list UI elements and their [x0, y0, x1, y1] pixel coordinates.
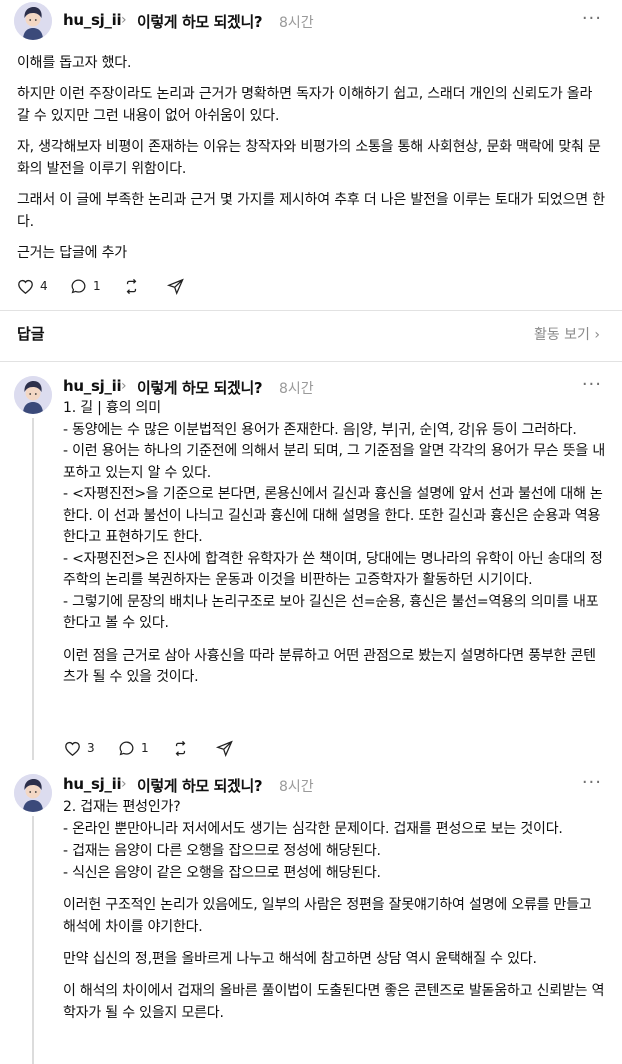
post-actions: 4 1	[16, 274, 216, 298]
send-icon	[166, 278, 184, 295]
repost-icon	[126, 278, 137, 294]
replies-heading: 답글	[17, 325, 45, 343]
post-body: 이해를 돕고자 했다. 하지만 이런 주장이라도 논리과 근거가 명확하면 독자…	[17, 52, 607, 264]
username[interactable]: hu_sj_ii	[63, 377, 122, 395]
heart-icon	[18, 279, 33, 294]
reply-paragraph: 만약 십신의 정,편을 올바르게 나누고 해석에 참고하면 상담 역시 윤택해질…	[63, 951, 537, 967]
thread-title[interactable]: 이렇게 하모 되겠니?	[137, 11, 263, 32]
view-activity-label: 활동 보기	[533, 327, 590, 343]
post-paragraph: 이해를 돕고자 했다.	[17, 55, 132, 71]
avatar-illustration	[14, 2, 52, 40]
thread-title[interactable]: 이렇게 하모 되겠니?	[137, 377, 263, 398]
heart-icon	[65, 741, 80, 756]
more-options-icon[interactable]: ···	[582, 374, 602, 395]
post-time: 8시간	[279, 15, 314, 31]
avatar[interactable]	[14, 2, 52, 40]
reply-time: 8시간	[279, 779, 314, 795]
reply-paragraph: 이런 점을 근거로 삼아 사흉신을 따라 분류하고 어떤 관점으로 봤는지 설명…	[63, 647, 596, 686]
reply-paragraph: 2. 겁재는 편성인가? - 온라인 뿐만아니라 저서에서도 생기는 심각한 문…	[63, 799, 563, 881]
view-activity-link[interactable]: 활동 보기 ›	[534, 324, 600, 344]
reply-paragraph: 이러헌 구조적인 논리가 있음에도, 일부의 사람은 정편을 잘못얘기하여 설명…	[63, 897, 592, 935]
comment-count: 1	[141, 741, 149, 755]
divider	[0, 310, 622, 311]
reply-actions: 3 1	[63, 736, 263, 760]
like-count: 3	[87, 741, 95, 755]
thread-connector-line	[32, 418, 34, 760]
like-button[interactable]: 4	[16, 274, 48, 298]
avatar-illustration	[14, 774, 52, 812]
repost-button[interactable]	[171, 736, 190, 760]
like-button[interactable]: 3	[63, 736, 95, 760]
like-count: 4	[40, 279, 48, 293]
username[interactable]: hu_sj_ii	[63, 775, 122, 793]
thread-title[interactable]: 이렇게 하모 되겠니?	[137, 775, 263, 796]
thread-connector-line	[32, 816, 34, 1064]
comment-count: 1	[93, 279, 101, 293]
divider	[0, 361, 622, 362]
reply-body: 2. 겁재는 편성인가? - 온라인 뿐만아니라 저서에서도 생기는 심각한 문…	[63, 796, 607, 1024]
breadcrumb-chevron-icon: ›	[121, 776, 127, 792]
breadcrumb-chevron-icon: ›	[121, 378, 127, 394]
more-options-icon[interactable]: ···	[582, 8, 602, 29]
post-paragraph: 근거는 답글에 추가	[17, 245, 127, 261]
avatar[interactable]	[14, 774, 52, 812]
avatar[interactable]	[14, 376, 52, 414]
reply-time: 8시간	[279, 381, 314, 397]
more-options-icon[interactable]: ···	[582, 772, 602, 793]
post-paragraph: 그래서 이 글에 부족한 논리과 근거 몇 가지를 제시하여 추후 더 나은 발…	[17, 192, 605, 230]
breadcrumb-chevron-icon: ›	[121, 12, 127, 28]
send-icon	[215, 740, 233, 757]
reply-paragraph: 이 해석의 차이에서 겁재의 올바른 풀이법이 도출된다면 좋은 콘텐즈로 발돋…	[63, 983, 605, 1021]
chevron-right-icon: ›	[594, 327, 600, 343]
avatar-illustration	[14, 376, 52, 414]
post-header: hu_sj_ii › 이렇게 하모 되겠니? 8시간 ···	[0, 0, 622, 44]
username[interactable]: hu_sj_ii	[63, 11, 122, 29]
reply-body: 1. 길 | 흉의 의미 - 동양에는 수 많은 이분법적인 용어가 존재한다.…	[63, 398, 607, 689]
reply-paragraph: 1. 길 | 흉의 의미 - 동양에는 수 많은 이분법적인 용어가 존재한다.…	[63, 400, 606, 631]
post-paragraph: 자, 생각해보자 비평이 존재하는 이유는 창작자와 비평가의 소통을 통해 사…	[17, 139, 601, 177]
share-button[interactable]	[166, 274, 185, 298]
repost-icon	[175, 740, 186, 756]
comment-button[interactable]: 1	[117, 736, 149, 760]
repost-button[interactable]	[122, 274, 141, 298]
comment-button[interactable]: 1	[69, 274, 101, 298]
share-button[interactable]	[215, 736, 234, 760]
comment-icon	[119, 741, 134, 755]
comment-icon	[71, 279, 86, 293]
post-paragraph: 하지만 이런 주장이라도 논리과 근거가 명확하면 독자가 이해하기 쉽고, 스…	[17, 86, 593, 124]
